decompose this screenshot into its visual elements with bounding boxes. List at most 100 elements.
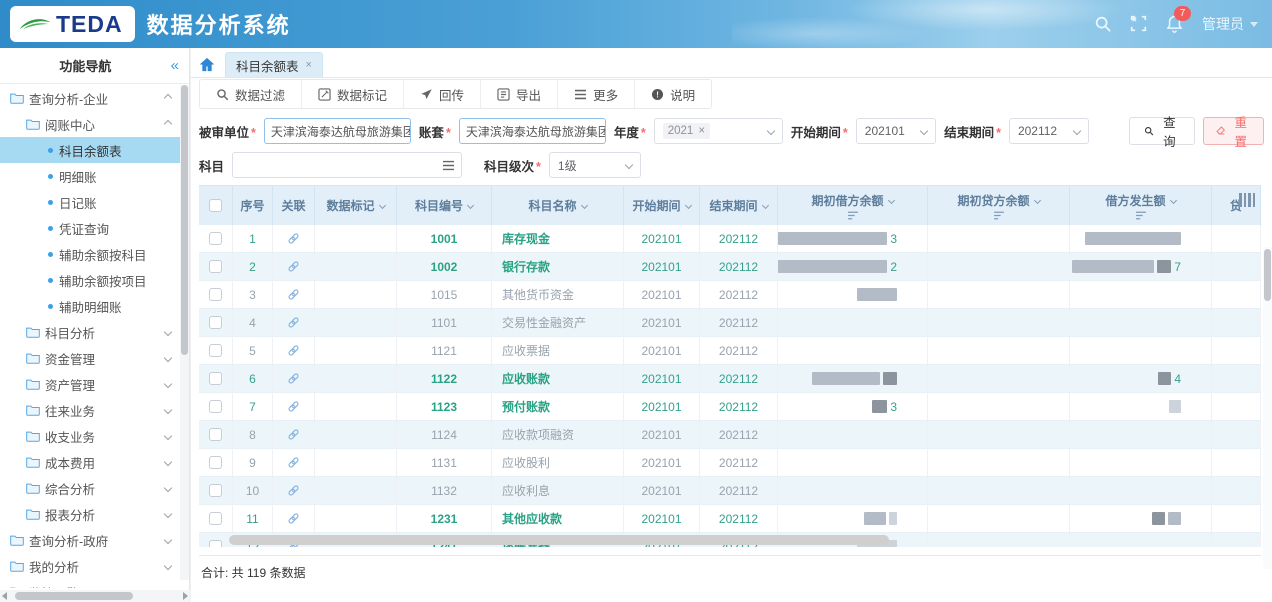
cell-code[interactable]: 1231	[397, 505, 492, 532]
sidebar-item-6[interactable]: 辅助余额按科目	[0, 241, 181, 267]
select-all-checkbox[interactable]	[209, 199, 222, 212]
sidebar-item-19[interactable]: 监控预警	[0, 579, 181, 588]
column-settings-icon[interactable]	[1239, 193, 1255, 207]
cell-code[interactable]: 1002	[397, 253, 492, 280]
link-icon[interactable]	[287, 484, 300, 497]
sort-chevron-icon[interactable]	[1169, 196, 1176, 203]
row-checkbox[interactable]	[209, 260, 222, 273]
sidebar-item-9[interactable]: 科目分析	[0, 319, 181, 345]
toolbar-button-4[interactable]: 更多	[558, 80, 635, 108]
toolbar-button-1[interactable]: 数据标记	[302, 80, 404, 108]
tab-close-icon[interactable]: ×	[306, 59, 312, 71]
sidebar-item-15[interactable]: 综合分析	[0, 475, 181, 501]
row-checkbox[interactable]	[209, 232, 222, 245]
cell-name[interactable]: 其他货币资金	[492, 281, 624, 308]
row-checkbox[interactable]	[209, 512, 222, 525]
sort-chevron-icon[interactable]	[1033, 196, 1040, 203]
cell-code[interactable]: 1101	[397, 309, 492, 336]
sidebar-item-5[interactable]: 凭证查询	[0, 215, 181, 241]
sidebar-item-7[interactable]: 辅助余额按项目	[0, 267, 181, 293]
scroll-left-arrow-icon[interactable]	[2, 592, 7, 600]
cell-name[interactable]: 应收股利	[492, 449, 624, 476]
cell-name[interactable]: 其他应收款	[492, 505, 624, 532]
subject-lookup-icon[interactable]	[442, 160, 455, 171]
cell-name[interactable]: 银行存款	[492, 253, 624, 280]
sort-chevron-icon[interactable]	[887, 196, 894, 203]
sort-chevron-icon[interactable]	[684, 202, 691, 209]
cell-name[interactable]: 应收账款	[492, 365, 624, 392]
column-filter-icon[interactable]	[993, 211, 1005, 220]
toolbar-button-2[interactable]: 回传	[404, 80, 481, 108]
sidebar-item-3[interactable]: 明细账	[0, 163, 181, 189]
home-icon[interactable]	[199, 57, 215, 72]
link-icon[interactable]	[287, 260, 300, 273]
cell-code[interactable]: 1132	[397, 477, 492, 504]
sidebar-item-17[interactable]: 查询分析-政府	[0, 527, 181, 553]
row-checkbox[interactable]	[209, 540, 222, 547]
row-checkbox[interactable]	[209, 344, 222, 357]
link-icon[interactable]	[287, 456, 300, 469]
cell-name[interactable]: 预付账款	[492, 393, 624, 420]
toolbar-button-0[interactable]: 数据过滤	[200, 80, 302, 108]
unit-input[interactable]: 天津滨海泰达航母旅游集团股份	[264, 118, 411, 144]
sidebar-item-11[interactable]: 资产管理	[0, 371, 181, 397]
reset-button[interactable]: 重置	[1203, 117, 1264, 145]
sort-chevron-icon[interactable]	[761, 202, 768, 209]
sort-chevron-icon[interactable]	[467, 202, 474, 209]
column-filter-icon[interactable]	[847, 211, 859, 220]
subject-input[interactable]	[232, 152, 462, 178]
sidebar-collapse-icon[interactable]: «	[171, 57, 179, 74]
cell-code[interactable]: 1124	[397, 421, 492, 448]
year-select[interactable]: 2021 ×	[654, 118, 783, 144]
sidebar-item-1[interactable]: 阅账中心	[0, 111, 181, 137]
row-checkbox[interactable]	[209, 456, 222, 469]
toolbar-button-3[interactable]: 导出	[481, 80, 558, 108]
sidebar-item-0[interactable]: 查询分析-企业	[0, 85, 181, 111]
cell-name[interactable]: 库存现金	[492, 225, 624, 252]
link-icon[interactable]	[287, 512, 300, 525]
sidebar-item-2[interactable]: 科目余额表	[0, 137, 181, 163]
subject-level-select[interactable]: 1级	[549, 152, 641, 178]
sidebar-item-12[interactable]: 往来业务	[0, 397, 181, 423]
end-period-select[interactable]: 202112	[1009, 118, 1089, 144]
row-checkbox[interactable]	[209, 428, 222, 441]
start-period-select[interactable]: 202101	[856, 118, 936, 144]
sidebar-item-10[interactable]: 资金管理	[0, 345, 181, 371]
sidebar-item-16[interactable]: 报表分析	[0, 501, 181, 527]
sidebar-item-13[interactable]: 收支业务	[0, 423, 181, 449]
row-checkbox[interactable]	[209, 400, 222, 413]
cell-name[interactable]: 应收款项融资	[492, 421, 624, 448]
tab-subject-balance[interactable]: 科目余额表 ×	[225, 52, 323, 77]
sort-chevron-icon[interactable]	[378, 202, 385, 209]
cell-code[interactable]: 1121	[397, 337, 492, 364]
sidebar-vertical-scrollbar-thumb[interactable]	[181, 85, 188, 355]
search-icon[interactable]	[1094, 15, 1112, 33]
cell-name[interactable]: 应收利息	[492, 477, 624, 504]
year-tag-close-icon[interactable]: ×	[698, 125, 705, 137]
fullscreen-icon[interactable]	[1130, 15, 1148, 33]
table-vertical-scrollbar-thumb[interactable]	[1264, 249, 1271, 301]
link-icon[interactable]	[287, 428, 300, 441]
link-icon[interactable]	[287, 232, 300, 245]
cell-code[interactable]: 1001	[397, 225, 492, 252]
sidebar-item-4[interactable]: 日记账	[0, 189, 181, 215]
link-icon[interactable]	[287, 372, 300, 385]
scroll-right-arrow-icon[interactable]	[183, 592, 188, 600]
link-icon[interactable]	[287, 400, 300, 413]
book-input[interactable]: 天津滨海泰达航母旅游集团股份	[459, 118, 606, 144]
cell-code[interactable]: 1123	[397, 393, 492, 420]
column-filter-icon[interactable]	[1135, 211, 1147, 220]
user-menu[interactable]: 管理员	[1202, 14, 1258, 34]
cell-code[interactable]: 1122	[397, 365, 492, 392]
link-icon[interactable]	[287, 288, 300, 301]
cell-code[interactable]: 1131	[397, 449, 492, 476]
sidebar-item-8[interactable]: 辅助明细账	[0, 293, 181, 319]
sidebar-item-18[interactable]: 我的分析	[0, 553, 181, 579]
sort-chevron-icon[interactable]	[580, 202, 587, 209]
sidebar-horizontal-scrollbar-thumb[interactable]	[15, 592, 133, 600]
toolbar-button-5[interactable]: !说明	[635, 80, 711, 108]
link-icon[interactable]	[287, 344, 300, 357]
query-button[interactable]: 查询	[1129, 117, 1194, 145]
row-checkbox[interactable]	[209, 316, 222, 329]
cell-name[interactable]: 应收票据	[492, 337, 624, 364]
